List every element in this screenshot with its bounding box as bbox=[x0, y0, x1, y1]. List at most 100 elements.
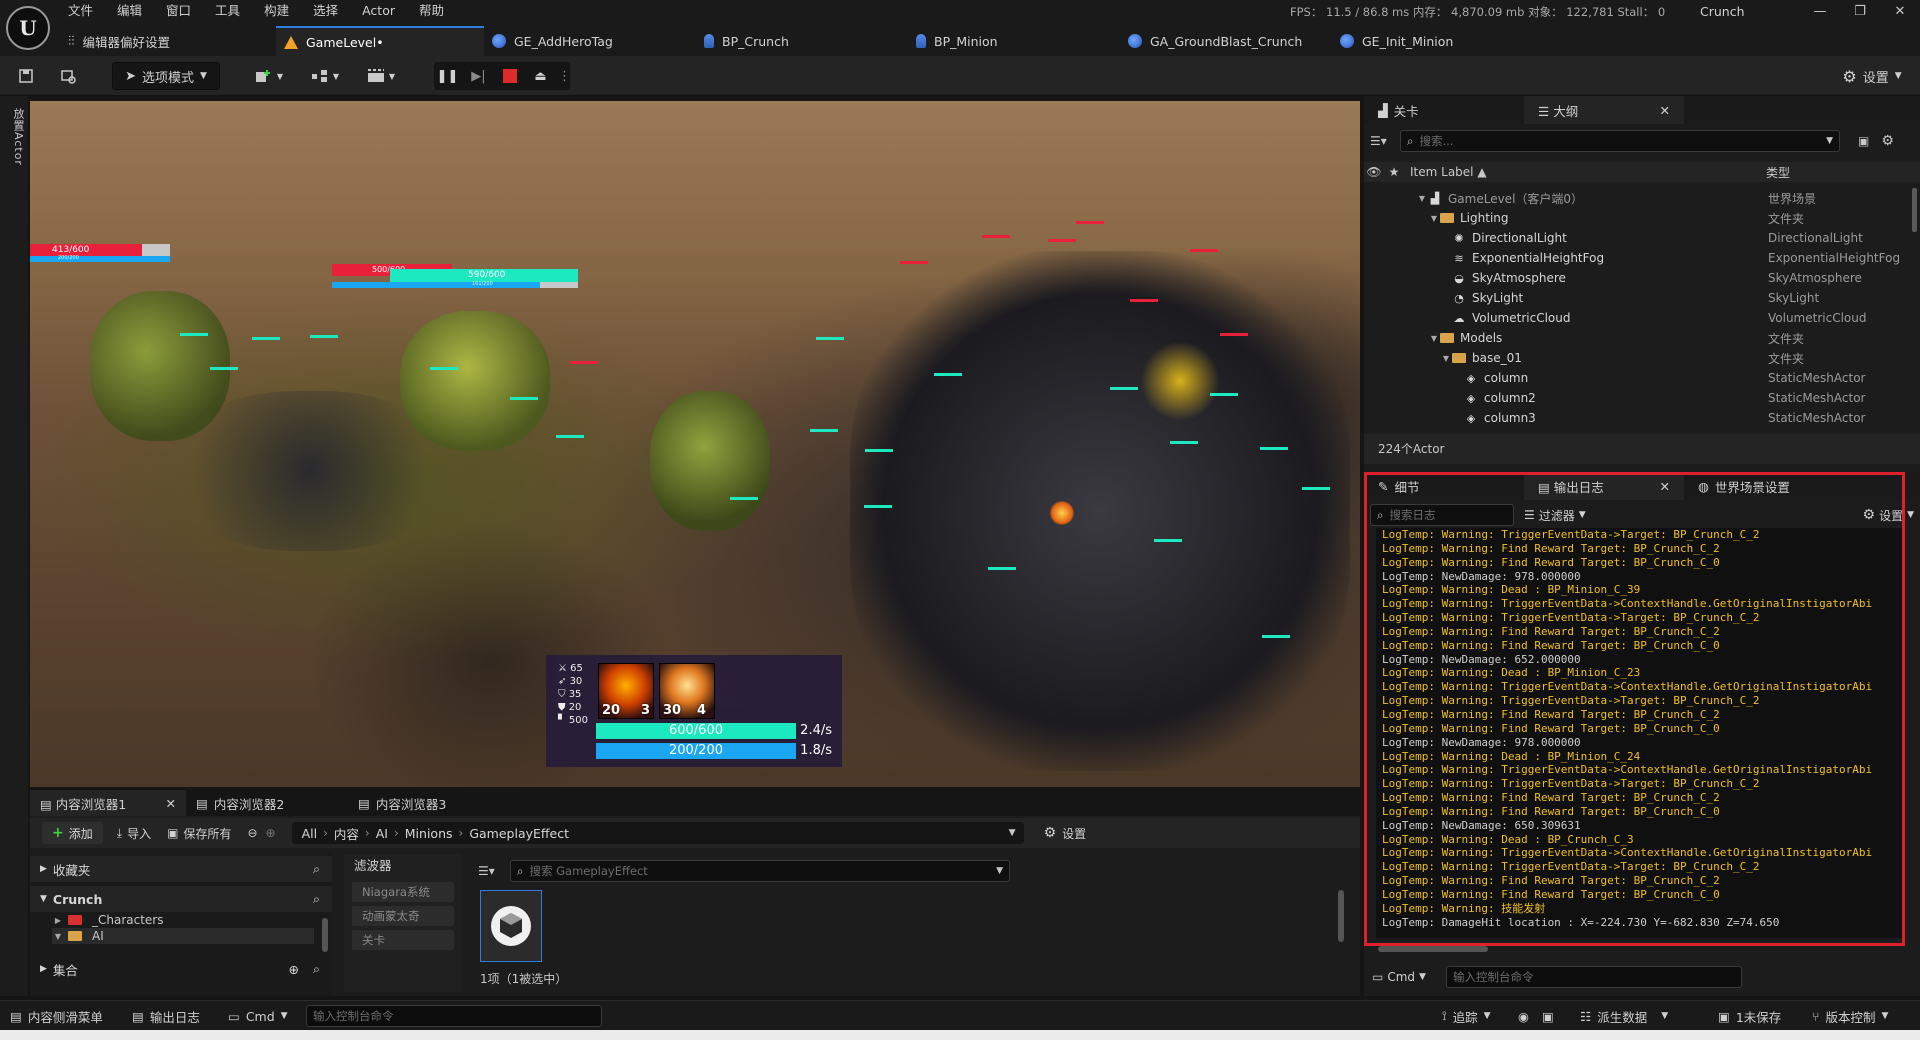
tab-gamelevel[interactable]: GameLevel• bbox=[276, 26, 484, 56]
gear-icon[interactable]: ⚙ bbox=[1881, 133, 1894, 149]
breadcrumb-content[interactable]: 内容 bbox=[328, 824, 365, 843]
back-icon[interactable]: ⊖ bbox=[247, 826, 257, 840]
output-log-text[interactable]: LogTemp: Warning: TriggerEventData->Targ… bbox=[1376, 528, 1904, 938]
search-icon[interactable]: ⌕ bbox=[313, 961, 320, 977]
tab-editor-preferences[interactable]: ⫶⫶ 编辑器偏好设置 bbox=[60, 26, 276, 56]
pin-icon[interactable]: ★ bbox=[1384, 165, 1404, 179]
add-circle-icon[interactable]: ⊕ bbox=[289, 962, 299, 977]
tab-content-browser-2[interactable]: ▤ 内容浏览器2 bbox=[186, 790, 348, 816]
place-actors-tab[interactable]: 放置Actor bbox=[2, 108, 26, 166]
col-item-label[interactable]: Item Label ▲ bbox=[1410, 165, 1487, 179]
record-icon[interactable]: ◉ bbox=[1518, 1001, 1529, 1031]
outliner-row[interactable]: ☁ VolumetricCloud VolumetricCloud bbox=[1364, 308, 1920, 328]
tab-details[interactable]: ✎ 细节 bbox=[1364, 472, 1524, 500]
log-filter-button[interactable]: ☰ 过滤器 ▼ bbox=[1524, 507, 1586, 524]
cinematics-icon[interactable]: ▼ bbox=[362, 62, 400, 90]
tab-bp-minion[interactable]: BP_Minion bbox=[908, 26, 1120, 56]
import-button[interactable]: ⤓ 导入 bbox=[117, 825, 151, 842]
tab-bp-crunch[interactable]: BP_Crunch bbox=[696, 26, 908, 56]
folder-ai[interactable]: ▼ AI bbox=[52, 928, 314, 944]
chevron-down-icon[interactable]: ▼ bbox=[1440, 354, 1452, 363]
more-options-icon[interactable]: ⋮ bbox=[558, 69, 571, 84]
filter-icon[interactable]: ☰▾ bbox=[1370, 134, 1400, 148]
pause-icon[interactable]: ❚❚ bbox=[434, 69, 461, 84]
toolbar-settings-button[interactable]: ⚙ 设置 ▼ bbox=[1832, 62, 1912, 90]
close-icon[interactable]: ✕ bbox=[1660, 103, 1670, 118]
restore-button[interactable]: ❐ bbox=[1840, 0, 1880, 24]
collections-section[interactable]: ▶ 集合 ⊕ ⌕ bbox=[30, 956, 332, 982]
menu-window[interactable]: 窗口 bbox=[154, 0, 203, 22]
menu-tools[interactable]: 工具 bbox=[203, 0, 252, 22]
select-mode-dropdown[interactable]: ➤ 选项模式 ▼ bbox=[112, 62, 220, 90]
outliner-row[interactable]: ◈ column StaticMeshActor bbox=[1364, 368, 1920, 388]
log-horizontal-scrollbar[interactable] bbox=[1378, 946, 1488, 952]
save-all-button[interactable]: ▣ 保存所有 bbox=[167, 825, 231, 842]
skill-slot-1[interactable]: 20 3 bbox=[598, 663, 654, 719]
search-icon[interactable]: ⌕ bbox=[313, 861, 320, 877]
tab-outliner[interactable]: ☰ 大纲 ✕ bbox=[1524, 96, 1684, 124]
skill-slot-2[interactable]: 30 4 bbox=[659, 663, 715, 719]
menu-edit[interactable]: 编辑 bbox=[105, 0, 154, 22]
browse-level-icon[interactable] bbox=[56, 62, 80, 90]
add-button[interactable]: + 添加 bbox=[42, 822, 103, 844]
tab-ge-init-minion[interactable]: GE_Init_Minion bbox=[1332, 26, 1532, 56]
breadcrumb-gameplayeffect[interactable]: GameplayEffect bbox=[463, 826, 575, 841]
menu-build[interactable]: 构建 bbox=[252, 0, 301, 22]
asset-scrollbar[interactable] bbox=[1338, 890, 1344, 942]
cmd-dropdown[interactable]: ▭ Cmd ▼ bbox=[1372, 970, 1446, 984]
tab-ge-addherotag[interactable]: GE_AddHeroTag bbox=[484, 26, 696, 56]
favorites-section[interactable]: ▶ 收藏夹 ⌕ bbox=[30, 856, 332, 882]
minimize-button[interactable]: — bbox=[1800, 0, 1840, 24]
breadcrumb-ai[interactable]: AI bbox=[370, 826, 394, 841]
outliner-row[interactable]: ◈ column2 StaticMeshActor bbox=[1364, 388, 1920, 408]
save-icon[interactable] bbox=[14, 62, 38, 90]
outliner-row[interactable]: ◔ SkyLight SkyLight bbox=[1364, 288, 1920, 308]
add-actor-icon[interactable]: ▼ bbox=[250, 62, 288, 90]
chevron-down-icon[interactable]: ▼ bbox=[1416, 194, 1428, 203]
step-frame-icon[interactable]: ▶| bbox=[465, 69, 492, 84]
outliner-row[interactable]: ≋ ExponentialHeightFog ExponentialHeightFo… bbox=[1364, 248, 1920, 268]
content-browser-settings-button[interactable]: ⚙ 设置 bbox=[1044, 825, 1087, 842]
outliner-row[interactable]: ◒ SkyAtmosphere SkyAtmosphere bbox=[1364, 268, 1920, 288]
menu-file[interactable]: 文件 bbox=[56, 0, 105, 22]
filter-level[interactable]: 关卡 bbox=[352, 930, 454, 950]
output-log-button[interactable]: ▤ 输出日志 bbox=[132, 1001, 200, 1031]
visibility-icon[interactable]: 👁 bbox=[1364, 165, 1384, 179]
filter-anim-montage[interactable]: 动画蒙太奇 bbox=[352, 906, 454, 926]
asset-tile-gameplay-effect[interactable] bbox=[480, 890, 542, 962]
filter-niagara[interactable]: Niagara系统 bbox=[352, 882, 454, 902]
breadcrumb-all[interactable]: All bbox=[296, 826, 324, 841]
trace-button[interactable]: ⟟ 追踪 ▼ bbox=[1442, 1001, 1491, 1031]
close-icon[interactable]: ✕ bbox=[166, 796, 176, 811]
tab-levels[interactable]: ▟ 关卡 bbox=[1364, 96, 1524, 124]
tree-scrollbar[interactable] bbox=[322, 918, 328, 952]
derived-data-button[interactable]: ☷ 派生数据 ▼ bbox=[1580, 1001, 1668, 1031]
chevron-down-icon[interactable]: ▼ bbox=[1428, 214, 1440, 223]
col-type[interactable]: 类型 bbox=[1766, 164, 1790, 181]
outliner-row[interactable]: ▼ ▟ GameLevel（客户端0） 世界场景 bbox=[1364, 188, 1920, 208]
blueprint-menu-icon[interactable]: ▼ bbox=[306, 62, 344, 90]
source-control-button[interactable]: ⑂ 版本控制 ▼ bbox=[1812, 1001, 1888, 1031]
tab-content-browser-1[interactable]: ▤ 内容浏览器1 ✕ bbox=[30, 790, 186, 816]
filter-icon[interactable]: ☰▾ bbox=[478, 864, 510, 878]
outliner-row[interactable]: ✺ DirectionalLight DirectionalLight bbox=[1364, 228, 1920, 248]
cmd-dropdown[interactable]: ▭ Cmd ▼ bbox=[228, 1001, 288, 1031]
add-folder-icon[interactable]: ▣ bbox=[1858, 134, 1869, 148]
outliner-row[interactable]: ▼ Lighting 文件夹 bbox=[1364, 208, 1920, 228]
close-icon[interactable]: ✕ bbox=[1660, 479, 1670, 494]
forward-icon[interactable]: ⊕ bbox=[266, 826, 276, 840]
outliner-scrollbar[interactable] bbox=[1912, 188, 1917, 232]
unsaved-button[interactable]: ▣ 1未保存 bbox=[1718, 1001, 1781, 1031]
tab-content-browser-3[interactable]: ▤ 内容浏览器3 bbox=[348, 790, 510, 816]
chevron-down-icon[interactable]: ▼ bbox=[1428, 334, 1440, 343]
project-section[interactable]: ▼ Crunch ⌕ bbox=[30, 886, 332, 912]
eject-icon[interactable]: ⏏ bbox=[527, 69, 554, 84]
content-drawer-button[interactable]: ▤ 内容侧滑菜单 bbox=[10, 1001, 103, 1031]
menu-help[interactable]: 帮助 bbox=[407, 0, 456, 22]
status-console-input[interactable]: 输入控制台命令 bbox=[306, 1001, 602, 1031]
stop-icon[interactable] bbox=[496, 69, 523, 83]
tab-ga-groundblast[interactable]: GA_GroundBlast_Crunch bbox=[1120, 26, 1332, 56]
folder-characters[interactable]: ▶ _Characters bbox=[52, 912, 314, 928]
chevron-down-icon[interactable]: ▼ bbox=[1009, 828, 1016, 838]
outliner-row[interactable]: ▼ base_01 文件夹 bbox=[1364, 348, 1920, 368]
